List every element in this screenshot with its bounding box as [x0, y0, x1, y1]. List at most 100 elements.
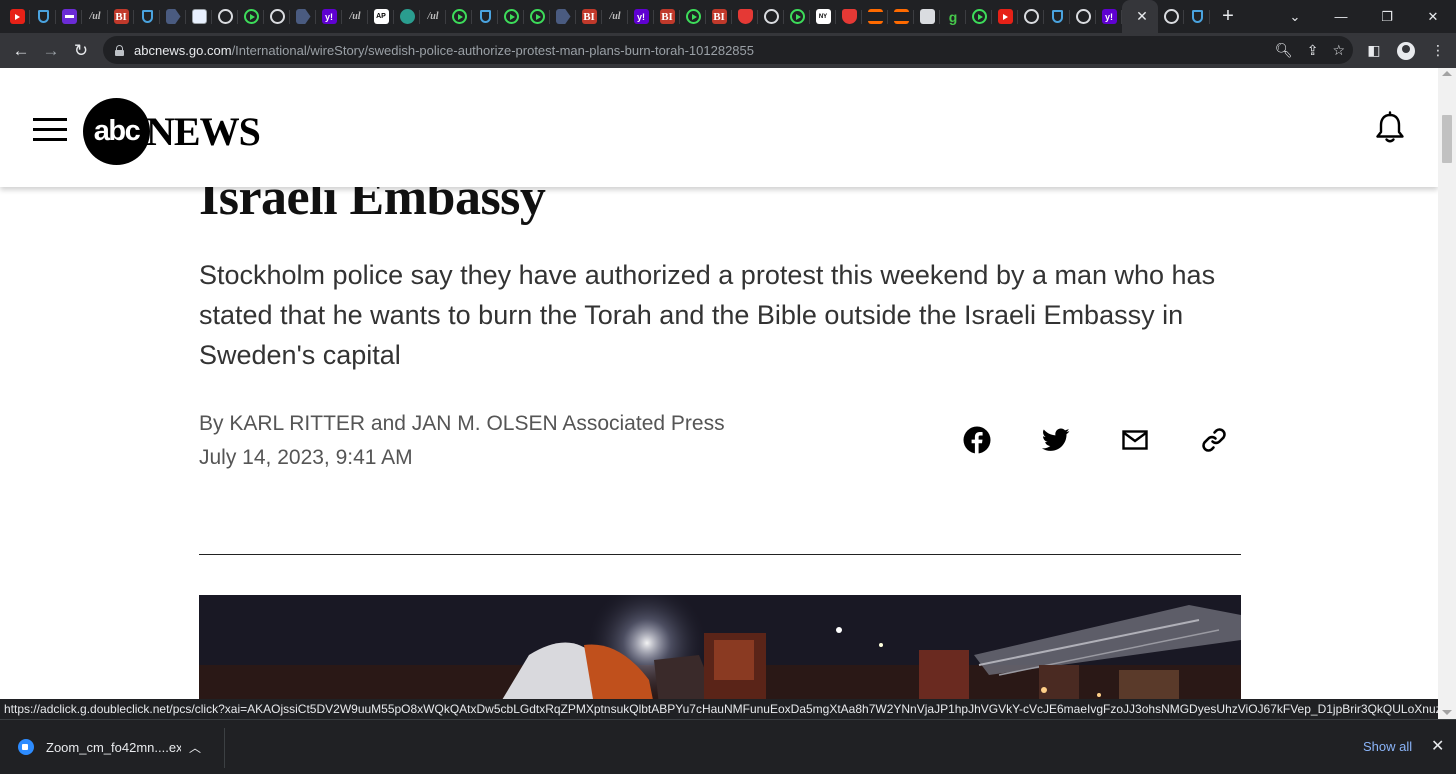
yahoo-icon: y!	[633, 9, 649, 24]
back-icon[interactable]: ←	[6, 36, 36, 66]
tab-search-chevron-icon[interactable]: ⌄	[1272, 0, 1318, 33]
shield-icon	[479, 10, 491, 23]
address-bar-actions: 🔍︎ ⇪ ☆	[1275, 36, 1345, 64]
browser-tab-18[interactable]	[446, 0, 472, 33]
copy-link-button[interactable]	[1198, 424, 1230, 456]
browser-tab-5[interactable]: BI	[108, 0, 134, 33]
browser-tab-42[interactable]	[1070, 0, 1096, 33]
browser-tab-9[interactable]	[212, 0, 238, 33]
article-summary: Stockholm police say they have authorize…	[199, 260, 1216, 370]
tab-close-icon[interactable]: ✕	[1136, 8, 1148, 25]
forward-icon[interactable]: →	[36, 36, 66, 66]
notification-bell-icon[interactable]	[1373, 111, 1407, 145]
url-text[interactable]: abcnews.go.com/International/wireStory/s…	[134, 43, 754, 58]
browser-tab-11[interactable]	[264, 0, 290, 33]
browser-tab-21[interactable]	[524, 0, 550, 33]
browser-tab-40[interactable]	[1018, 0, 1044, 33]
browser-tab-10[interactable]	[238, 0, 264, 33]
article-photo[interactable]	[199, 595, 1241, 699]
more-menu-icon[interactable]: ⋮	[1426, 39, 1450, 63]
reload-icon[interactable]: ↻	[66, 36, 96, 66]
browser-tab-35[interactable]	[888, 0, 914, 33]
ul-icon: /ul	[427, 11, 439, 22]
browser-tab-6[interactable]	[134, 0, 160, 33]
browser-tab-15[interactable]: AP	[368, 0, 394, 33]
globe-icon	[217, 9, 233, 24]
minimize-icon[interactable]: —	[1318, 0, 1364, 33]
browser-tab-28[interactable]: BI	[706, 0, 732, 33]
browser-toolbar: ← → ↻ abcnews.go.com/International/wireS…	[0, 33, 1456, 68]
shield-icon	[141, 10, 153, 23]
page-viewport: abc NEWS Israeli Embassy Stockholm polic…	[0, 68, 1438, 699]
browser-tab-22[interactable]	[550, 0, 576, 33]
browser-tab-14[interactable]: /ul	[342, 0, 368, 33]
address-bar[interactable]: abcnews.go.com/International/wireStory/s…	[103, 36, 1353, 64]
browser-tab-19[interactable]	[472, 0, 498, 33]
browser-tab-38[interactable]	[966, 0, 992, 33]
browser-tab-26[interactable]: BI	[654, 0, 680, 33]
browser-tab-17[interactable]: /ul	[420, 0, 446, 33]
browser-tab-16[interactable]	[394, 0, 420, 33]
side-panel-icon[interactable]: ◧	[1362, 39, 1386, 63]
abc-news-logo[interactable]: abc NEWS	[83, 97, 261, 165]
browser-tab-8[interactable]	[186, 0, 212, 33]
bookmark-star-icon[interactable]: ☆	[1332, 42, 1345, 59]
browser-tab-30[interactable]	[758, 0, 784, 33]
profile-avatar[interactable]	[1394, 39, 1418, 63]
new-tab-icon[interactable]: +	[1210, 0, 1246, 33]
download-shelf: Zoom_cm_fo42mn....exe ︿ Show all ✕	[0, 719, 1456, 774]
bi-icon: BI	[711, 9, 727, 24]
browser-tab-32[interactable]: NY	[810, 0, 836, 33]
browser-tab-36[interactable]	[914, 0, 940, 33]
browser-tab-13[interactable]: y!	[316, 0, 342, 33]
menu-icon[interactable]	[33, 118, 67, 142]
show-all-downloads-button[interactable]: Show all	[1363, 739, 1412, 754]
browser-tab-3[interactable]	[56, 0, 82, 33]
browser-tab-39[interactable]	[992, 0, 1018, 33]
browser-tab-24[interactable]: /ul	[602, 0, 628, 33]
logo-circle: abc	[83, 97, 150, 165]
scroll-thumb[interactable]	[1442, 115, 1452, 163]
browser-tab-12[interactable]	[290, 0, 316, 33]
browser-tab-2[interactable]	[30, 0, 56, 33]
profile-icon	[1397, 41, 1415, 60]
share-email-button[interactable]	[1119, 424, 1151, 456]
share-icon[interactable]: ⇪	[1307, 42, 1319, 59]
window-close-icon[interactable]: ✕	[1410, 0, 1456, 33]
zoom-icon[interactable]: 🔍︎	[1275, 42, 1293, 59]
chevron-up-icon[interactable]: ︿	[189, 739, 201, 756]
browser-tab-34[interactable]	[862, 0, 888, 33]
browser-tab-31[interactable]	[784, 0, 810, 33]
twitter-icon	[1042, 428, 1070, 451]
ul-icon: /ul	[89, 11, 101, 22]
browser-tab-29[interactable]	[732, 0, 758, 33]
browser-tab-27[interactable]	[680, 0, 706, 33]
browser-tab-43[interactable]: y!	[1096, 0, 1122, 33]
browser-tab-4[interactable]: /ul	[82, 0, 108, 33]
scroll-up-arrow-icon[interactable]	[1442, 71, 1452, 76]
restore-icon[interactable]: ❐	[1364, 0, 1410, 33]
browser-tab-20[interactable]	[498, 0, 524, 33]
article-divider	[199, 554, 1241, 555]
active-tab[interactable]: ✕	[1122, 0, 1158, 33]
browser-tab-23[interactable]: BI	[576, 0, 602, 33]
youtube-icon	[9, 9, 25, 24]
browser-tab-7[interactable]	[160, 0, 186, 33]
scroll-down-arrow-icon[interactable]	[1442, 710, 1452, 715]
browser-tab-trailing-1[interactable]	[1158, 0, 1184, 33]
share-facebook-button[interactable]	[961, 424, 993, 456]
browser-tab-1[interactable]	[4, 0, 30, 33]
page-scrollbar[interactable]	[1438, 68, 1456, 719]
download-item[interactable]: Zoom_cm_fo42mn....exe ︿	[10, 729, 224, 765]
globe-icon	[1023, 9, 1039, 24]
close-shelf-icon[interactable]: ✕	[1431, 736, 1444, 756]
tab-list: /ul BI y! /ul AP/ul BI/ul y! BI BI NY g y! ✕ +	[0, 0, 1246, 33]
share-twitter-button[interactable]	[1040, 424, 1072, 456]
browser-tab-trailing-2[interactable]	[1184, 0, 1210, 33]
lock-icon[interactable]	[115, 44, 124, 56]
browser-tab-41[interactable]	[1044, 0, 1070, 33]
browser-tab-33[interactable]	[836, 0, 862, 33]
browser-tab-25[interactable]: y!	[628, 0, 654, 33]
browser-tab-37[interactable]: g	[940, 0, 966, 33]
window-controls: ⌄ — ❐ ✕	[1272, 0, 1456, 33]
